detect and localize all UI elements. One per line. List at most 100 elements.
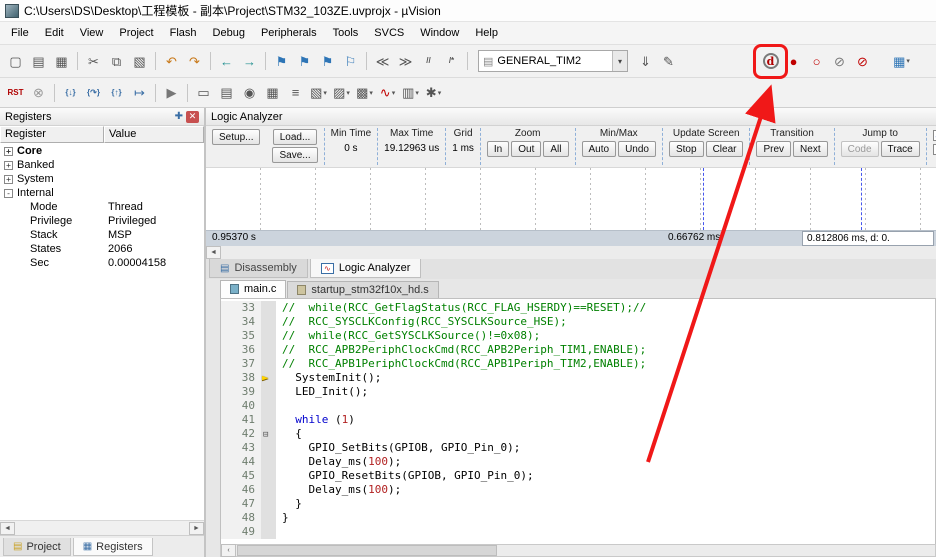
start-stop-debug-icon[interactable]: d [759, 50, 782, 73]
close-icon[interactable]: ✕ [186, 111, 199, 123]
target-select[interactable]: ▤ GENERAL_TIM2 ▾ [478, 50, 628, 72]
system-viewer-icon[interactable]: ▥▾ [399, 81, 422, 104]
code-margin[interactable]: ⊟ [261, 427, 276, 441]
column-register[interactable]: Register [0, 126, 104, 143]
watch-window-icon[interactable]: ▧▾ [307, 81, 330, 104]
register-row[interactable]: Sec0.00004158 [0, 256, 204, 270]
scrollbar-thumb[interactable] [237, 545, 497, 556]
menu-tools[interactable]: Tools [325, 24, 367, 42]
window-layout-icon[interactable]: ▦▾ [890, 50, 913, 73]
fold-toggle-icon[interactable]: ⊟ [263, 428, 268, 442]
zoom-all-button[interactable]: All [543, 141, 568, 157]
pin-icon[interactable]: ✚ [175, 111, 183, 122]
code-margin[interactable] [261, 357, 276, 371]
code-margin[interactable] [261, 385, 276, 399]
tab-registers[interactable]: ▦ Registers [73, 538, 153, 556]
step-over-icon[interactable]: {↷} [82, 81, 105, 104]
code-margin[interactable] [261, 329, 276, 343]
kill-all-breakpoints-icon[interactable]: ⊘ [851, 50, 874, 73]
load-button[interactable]: Load... [273, 129, 318, 145]
previous-bookmark-icon[interactable]: ⚑ [293, 50, 316, 73]
scroll-left-icon[interactable]: ◄ [0, 522, 15, 535]
menu-peripherals[interactable]: Peripherals [253, 24, 325, 42]
zoom-out-button[interactable]: Out [511, 141, 541, 157]
register-row[interactable]: ModeThread [0, 200, 204, 214]
flash-download-icon[interactable]: ⇓ [634, 50, 657, 73]
code-margin[interactable] [261, 525, 276, 539]
menu-project[interactable]: Project [111, 24, 161, 42]
transition-prev-button[interactable]: Prev [756, 141, 791, 157]
cut-icon[interactable]: ✂ [82, 50, 105, 73]
code-editor[interactable]: 33// while(RCC_GetFlagStatus(RCC_FLAG_HS… [220, 298, 936, 544]
options-for-target-icon[interactable]: ✎ [657, 50, 680, 73]
register-row[interactable]: -Internal [0, 186, 204, 200]
toolbox-icon[interactable]: ✱▾ [422, 81, 445, 104]
la-hscrollbar[interactable]: ◄ [206, 246, 936, 259]
code-margin[interactable] [261, 343, 276, 357]
menu-view[interactable]: View [72, 24, 112, 42]
run-to-cursor-icon[interactable]: ↦ [128, 81, 151, 104]
code-margin[interactable] [261, 413, 276, 427]
minmax-undo-button[interactable]: Undo [618, 141, 656, 157]
paste-icon[interactable]: ▧ [128, 50, 151, 73]
zoom-in-button[interactable]: In [487, 141, 509, 157]
disassembly-window-icon[interactable]: ▤ [215, 81, 238, 104]
register-row[interactable]: +Banked [0, 158, 204, 172]
code-margin[interactable] [261, 469, 276, 483]
menu-debug[interactable]: Debug [205, 24, 253, 42]
minmax-auto-button[interactable]: Auto [582, 141, 617, 157]
scroll-right-icon[interactable]: ► [189, 522, 204, 535]
code-margin[interactable] [261, 455, 276, 469]
clear-bookmarks-icon[interactable]: ⚐ [339, 50, 362, 73]
menu-file[interactable]: File [3, 24, 37, 42]
reset-cpu-icon[interactable]: RST [4, 81, 27, 104]
register-row[interactable]: StackMSP [0, 228, 204, 242]
menu-help[interactable]: Help [467, 24, 506, 42]
expand-icon[interactable]: + [4, 147, 13, 156]
undo-icon[interactable]: ↶ [160, 50, 183, 73]
menu-svcs[interactable]: SVCS [366, 24, 412, 42]
comment-selection-icon[interactable]: // [417, 50, 440, 73]
copy-icon[interactable]: ⧉ [105, 50, 128, 73]
run-icon[interactable]: ▶ [160, 81, 183, 104]
waveform-area[interactable] [206, 168, 936, 230]
code-margin[interactable] [261, 301, 276, 315]
registers-panel-header[interactable]: Registers ✚ ✕ [0, 108, 204, 126]
redo-icon[interactable]: ↷ [183, 50, 206, 73]
code-margin[interactable] [261, 315, 276, 329]
tab-main-c[interactable]: main.c [220, 280, 286, 298]
transition-next-button[interactable]: Next [793, 141, 828, 157]
tab-project[interactable]: ▤ Project [3, 538, 71, 556]
register-row[interactable]: PrivilegePrivileged [0, 214, 204, 228]
next-bookmark-icon[interactable]: ⚑ [316, 50, 339, 73]
stop-icon[interactable]: ⊗ [27, 81, 50, 104]
update-stop-button[interactable]: Stop [669, 141, 704, 157]
tab-logic-analyzer[interactable]: ∿ Logic Analyzer [310, 259, 422, 278]
code-margin[interactable] [261, 511, 276, 525]
code-margin[interactable] [261, 497, 276, 511]
insert-breakpoint-icon[interactable]: ● [782, 50, 805, 73]
call-stack-window-icon[interactable]: ≡ [284, 81, 307, 104]
jump-code-button[interactable]: Code [841, 141, 879, 157]
update-clear-button[interactable]: Clear [706, 141, 744, 157]
new-file-icon[interactable]: ▢ [4, 50, 27, 73]
column-value[interactable]: Value [104, 126, 204, 143]
tab-startup-asm[interactable]: startup_stm32f10x_hd.s [287, 281, 438, 298]
code-margin[interactable] [261, 399, 276, 413]
analysis-window-icon[interactable]: ∿▾ [376, 81, 399, 104]
save-button[interactable]: Save... [272, 147, 317, 163]
logic-analyzer-header[interactable]: Logic Analyzer [206, 108, 936, 126]
collapse-icon[interactable]: - [4, 189, 13, 198]
memory-window-icon[interactable]: ▨▾ [330, 81, 353, 104]
symbol-window-icon[interactable]: ◉ [238, 81, 261, 104]
jump-trace-button[interactable]: Trace [881, 141, 920, 157]
register-row[interactable]: +System [0, 172, 204, 186]
registers-window-icon[interactable]: ▦ [261, 81, 284, 104]
register-row[interactable]: +Core [0, 144, 204, 158]
step-into-icon[interactable]: {↓} [59, 81, 82, 104]
menu-window[interactable]: Window [412, 24, 467, 42]
navigate-back-icon[interactable]: ← [215, 50, 238, 73]
navigate-forward-icon[interactable]: → [238, 50, 261, 73]
setup-button[interactable]: Setup... [212, 129, 260, 145]
command-window-icon[interactable]: ▭ [192, 81, 215, 104]
